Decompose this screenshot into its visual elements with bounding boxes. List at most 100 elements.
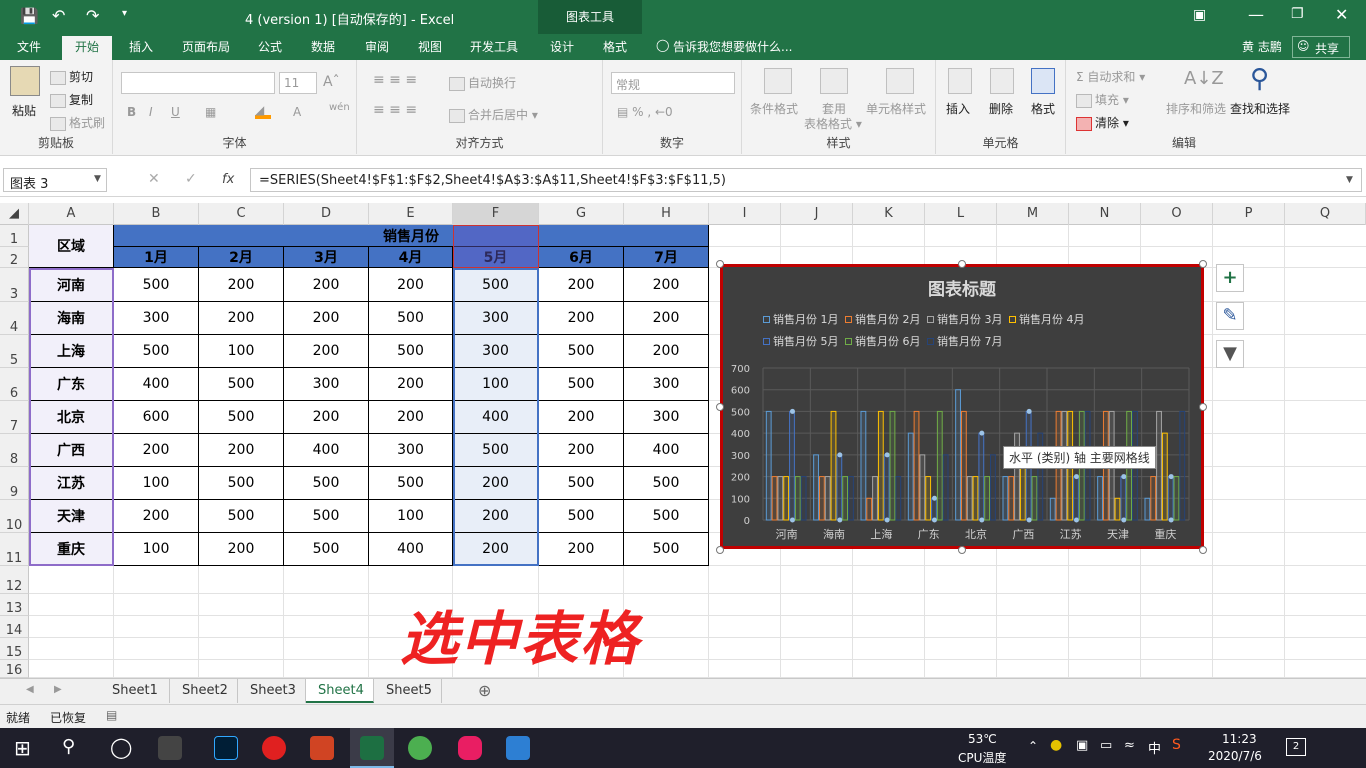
selected-series-point[interactable] [1121, 517, 1127, 523]
wrap-text-button[interactable]: 自动换行 [449, 74, 516, 91]
select-all-corner[interactable]: ◢ [0, 203, 29, 225]
resize-handle[interactable] [1199, 546, 1207, 554]
column-header-c[interactable]: C [199, 203, 284, 225]
tray-app-icon[interactable]: ● [1050, 737, 1062, 753]
row-header-13[interactable]: 13 [0, 594, 29, 616]
row-header-8[interactable]: 8 [0, 434, 29, 467]
value-cell[interactable]: 200 [539, 533, 624, 566]
pinwheel-app-icon[interactable] [158, 736, 182, 760]
bar-4[interactable] [877, 410, 884, 521]
prev-sheet-icon[interactable]: ◀ [26, 684, 34, 695]
bar-3[interactable] [777, 476, 784, 521]
value-cell[interactable]: 200 [539, 268, 624, 302]
value-cell[interactable]: 200 [199, 268, 284, 302]
powerpoint-icon[interactable] [310, 736, 334, 760]
value-cell[interactable]: 200 [199, 533, 284, 566]
sheet-tab-sheet1[interactable]: Sheet1 [100, 679, 170, 703]
value-cell[interactable]: 600 [114, 401, 199, 434]
column-header-l[interactable]: L [925, 203, 997, 225]
sort-filter-button[interactable]: 排序和筛选 [1166, 100, 1226, 117]
row-header-2[interactable]: 2 [0, 247, 29, 268]
value-cell[interactable]: 500 [539, 500, 624, 533]
region-header-cell[interactable]: 区域 [29, 225, 114, 268]
value-cell[interactable]: 500 [624, 533, 709, 566]
selected-series-point[interactable] [789, 408, 795, 414]
value-cell[interactable]: 500 [199, 500, 284, 533]
value-cell[interactable]: 500 [539, 467, 624, 500]
sogou-ime-icon[interactable]: S [1172, 737, 1181, 753]
bar-2[interactable] [913, 410, 920, 521]
value-cell[interactable]: 300 [284, 368, 369, 401]
resize-handle[interactable] [716, 403, 724, 411]
redo-icon[interactable]: ↷ [86, 6, 99, 25]
value-cell[interactable]: 200 [539, 302, 624, 335]
cancel-icon[interactable]: ✕ [148, 171, 160, 187]
bar-2[interactable] [1008, 476, 1015, 521]
row-header-1[interactable]: 1 [0, 225, 29, 247]
bar-6[interactable] [1031, 476, 1038, 521]
row-header-7[interactable]: 7 [0, 401, 29, 434]
restore-icon[interactable]: ❐ [1291, 6, 1304, 22]
enter-icon[interactable]: ✓ [185, 171, 197, 187]
tab-file[interactable]: 文件 [17, 38, 41, 55]
selected-series-point[interactable] [1073, 474, 1079, 480]
bar-7[interactable] [1179, 410, 1186, 521]
bar-1[interactable] [813, 454, 819, 521]
bar-5[interactable] [836, 454, 843, 521]
value-cell[interactable]: 200 [624, 335, 709, 368]
bar-5[interactable] [931, 497, 937, 521]
bar-3[interactable] [872, 476, 878, 521]
row-header-12[interactable]: 12 [0, 566, 29, 594]
row-header-10[interactable]: 10 [0, 500, 29, 533]
format-painter-button[interactable]: 格式刷 [50, 114, 105, 131]
selected-series-point[interactable] [837, 452, 843, 458]
bar-1[interactable] [1097, 476, 1103, 521]
bar-3[interactable] [1156, 410, 1162, 521]
bar-3[interactable] [966, 476, 973, 521]
tab-review[interactable]: 审阅 [365, 38, 389, 55]
month-header-1[interactable]: 1月 [114, 247, 199, 268]
chart-elements-button[interactable]: + [1216, 264, 1244, 292]
bar-5[interactable] [1120, 476, 1127, 521]
selected-series-point[interactable] [884, 517, 890, 523]
battery-icon[interactable]: ▭ [1100, 738, 1112, 753]
cell-styles-button[interactable]: 单元格样式 [866, 100, 926, 117]
value-cell[interactable]: 400 [369, 533, 453, 566]
value-cell[interactable]: 200 [199, 434, 284, 467]
value-cell[interactable]: 100 [114, 533, 199, 566]
selected-series-point[interactable] [931, 517, 937, 523]
column-header-b[interactable]: B [114, 203, 199, 225]
bar-2[interactable] [771, 476, 778, 521]
value-cell[interactable]: 200 [369, 368, 453, 401]
tab-home[interactable]: 开始 [75, 38, 99, 55]
selected-series-point[interactable] [1026, 517, 1032, 523]
selected-series-point[interactable] [1168, 474, 1174, 480]
font-color-icon[interactable]: A [293, 105, 301, 119]
bar-1[interactable] [955, 389, 961, 521]
bar-5[interactable] [1167, 476, 1174, 521]
bar-1[interactable] [1144, 497, 1151, 521]
wifi-icon[interactable]: ≈ [1124, 738, 1135, 753]
value-cell[interactable]: 200 [284, 302, 369, 335]
value-cell[interactable]: 200 [114, 500, 199, 533]
paste-button[interactable]: 粘贴 [12, 102, 36, 119]
tab-design[interactable]: 设计 [550, 38, 574, 55]
tab-format[interactable]: 格式 [603, 38, 627, 55]
value-cell[interactable]: 200 [199, 302, 284, 335]
column-header-f[interactable]: F [453, 203, 539, 225]
column-header-d[interactable]: D [284, 203, 369, 225]
value-cell[interactable]: 100 [199, 335, 284, 368]
delete-cells-button[interactable]: 删除 [989, 100, 1013, 117]
value-cell[interactable]: 100 [369, 500, 453, 533]
value-cell[interactable]: 200 [369, 268, 453, 302]
clear-button[interactable]: 清除 ▾ [1076, 114, 1129, 131]
column-header-p[interactable]: P [1213, 203, 1285, 225]
tray-expand-icon[interactable]: ⌃ [1028, 739, 1038, 753]
bar-6[interactable] [936, 410, 943, 521]
minimize-icon[interactable]: — [1248, 5, 1264, 24]
value-cell[interactable]: 500 [369, 302, 453, 335]
chart-styles-brush-icon[interactable]: ✎ [1216, 302, 1244, 330]
bar-5[interactable] [789, 410, 795, 521]
value-cell[interactable]: 500 [114, 335, 199, 368]
value-cell[interactable]: 100 [114, 467, 199, 500]
